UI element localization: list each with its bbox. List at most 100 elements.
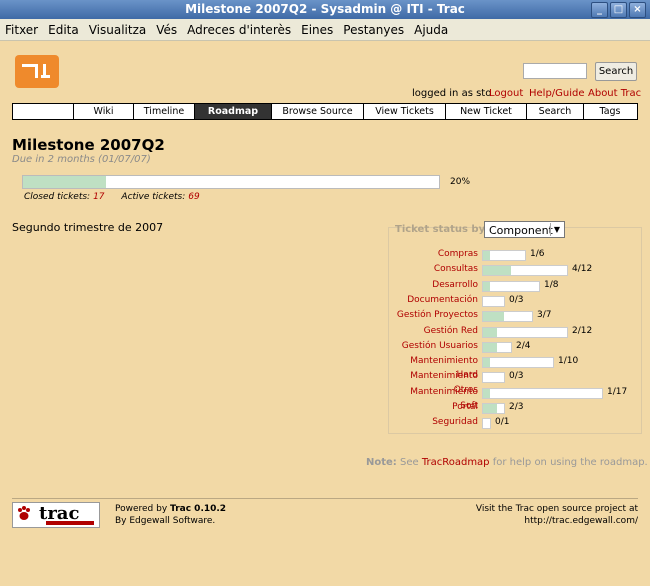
component-progress-bar[interactable] <box>482 403 505 414</box>
component-count: 0/1 <box>495 417 510 428</box>
component-progress-bar[interactable] <box>482 295 505 307</box>
closed-tickets-link[interactable]: 17 <box>93 192 104 202</box>
maximize-icon[interactable]: □ <box>610 2 627 18</box>
component-count: 0/3 <box>509 371 524 382</box>
component-link[interactable]: Documentación <box>390 293 478 307</box>
component-count: 1/10 <box>558 356 579 367</box>
component-link[interactable]: Seguridad <box>390 415 478 429</box>
milestone-description: Segundo trimestre de 2007 <box>12 221 164 234</box>
chevron-down-icon: ▼ <box>550 223 563 236</box>
component-count: 1/17 <box>607 386 628 397</box>
component-progress-bar[interactable] <box>482 280 540 292</box>
component-link[interactable]: Gestión Usuarios <box>390 339 478 353</box>
menu-item[interactable]: Pestanyes <box>338 23 409 37</box>
component-progress-bar[interactable] <box>482 265 568 277</box>
nav-new-ticket[interactable]: New Ticket <box>445 104 526 119</box>
menu-item[interactable]: Vés <box>151 23 182 37</box>
nav-timeline[interactable]: Timeline <box>133 104 194 119</box>
menu-item[interactable]: Adreces d'interès <box>182 23 296 37</box>
active-tickets-label: Active tickets: <box>121 192 186 202</box>
status-row: Gestión Red 2/12 <box>390 324 640 338</box>
component-progress-fill <box>483 281 490 291</box>
trac-url-link[interactable]: http://trac.edgewall.com/ <box>524 516 638 526</box>
component-link[interactable]: Desarrollo <box>390 278 478 292</box>
trac-version-link[interactable]: Trac 0.10.2 <box>170 504 226 514</box>
component-count: 2/4 <box>516 340 531 351</box>
status-row: Portal 2/3 <box>390 400 640 414</box>
menu-item[interactable]: Ajuda <box>409 23 453 37</box>
nav-roadmap[interactable]: Roadmap <box>194 104 271 119</box>
footer-divider <box>12 498 638 499</box>
trac-powered-badge[interactable]: trac <box>12 502 100 528</box>
status-row: Mantenimiento Hard 1/10 <box>390 354 640 380</box>
nav-browse-source[interactable]: Browse Source <box>271 104 363 119</box>
component-progress-fill <box>483 251 490 260</box>
component-progress-bar[interactable] <box>482 311 533 323</box>
component-count: 2/12 <box>572 325 593 336</box>
component-link[interactable]: Gestión Red <box>390 324 478 338</box>
search-input[interactable] <box>523 63 587 79</box>
nav-tags[interactable]: Tags <box>583 104 636 119</box>
menu-item[interactable]: Edita <box>43 23 84 37</box>
milestone-progress-bar[interactable] <box>22 175 440 189</box>
progress-percent: 20% <box>450 177 471 187</box>
component-progress-fill <box>483 312 504 322</box>
component-progress-bar[interactable] <box>482 418 491 430</box>
component-progress-bar[interactable] <box>482 357 554 369</box>
closed-tickets-label: Closed tickets: <box>24 192 91 202</box>
note-post: for help on using the roadmap. <box>492 457 648 468</box>
status-row: Compras 1/6 <box>390 247 640 261</box>
component-progress-fill <box>483 404 497 413</box>
status-row: Seguridad 0/1 <box>390 415 640 430</box>
nav-view-tickets[interactable]: View Tickets <box>363 104 445 119</box>
component-progress-fill <box>483 342 497 352</box>
about-trac-link[interactable]: About Trac <box>588 88 641 99</box>
visit-trac: Visit the Trac open source project at ht… <box>476 503 638 527</box>
component-link[interactable]: Consultas <box>390 262 478 276</box>
powered-by: Powered by Trac 0.10.2 By Edgewall Softw… <box>115 503 226 527</box>
nav-search[interactable]: Search <box>526 104 583 119</box>
powered-prefix: Powered by <box>115 504 168 514</box>
component-progress-bar[interactable] <box>482 387 603 399</box>
paw-icon <box>18 506 30 520</box>
note-prefix: Note: <box>366 457 397 468</box>
status-row: Gestión Usuarios 2/4 <box>390 339 640 353</box>
component-link[interactable]: Portal <box>390 400 478 414</box>
edgewall-credit: By Edgewall Software. <box>115 516 216 526</box>
component-progress-fill <box>483 327 497 337</box>
status-row: Consultas 4/12 <box>390 262 640 277</box>
component-count: 3/7 <box>537 310 552 321</box>
roadmap-note: Note: See TracRoadmap for help on using … <box>366 457 648 468</box>
component-progress-bar[interactable] <box>482 341 512 353</box>
badge-stripe <box>46 521 94 525</box>
menu-item[interactable]: Eines <box>296 23 338 37</box>
menu-item[interactable]: Fitxer <box>0 23 43 37</box>
close-icon[interactable]: × <box>629 2 646 18</box>
component-count: 2/3 <box>509 402 524 412</box>
component-progress-bar[interactable] <box>482 250 526 261</box>
component-progress-fill <box>483 388 490 398</box>
status-group-select[interactable]: Component ▼ <box>484 221 565 238</box>
search-button[interactable]: Search <box>595 62 637 81</box>
component-progress-fill <box>483 358 490 368</box>
trac-logo[interactable] <box>15 55 59 88</box>
window-titlebar: Milestone 2007Q2 - Sysadmin @ ITI - Trac… <box>0 0 650 19</box>
component-link[interactable]: Compras <box>390 247 478 261</box>
help-guide-link[interactable]: Help/Guide <box>529 88 585 99</box>
component-link[interactable]: Gestión Proyectos <box>390 308 478 322</box>
component-progress-bar[interactable] <box>482 372 505 384</box>
milestone-due: Due in 2 months (01/07/07) <box>12 154 151 165</box>
component-progress-bar[interactable] <box>482 326 568 338</box>
milestone-title: Milestone 2007Q2 <box>12 136 165 154</box>
minimize-icon[interactable]: _ <box>591 2 608 18</box>
status-row: Gestión Proyectos 3/7 <box>390 308 640 323</box>
status-by-label: Ticket status by <box>395 224 486 235</box>
status-row: Documentación 0/3 <box>390 293 640 307</box>
trac-roadmap-link[interactable]: TracRoadmap <box>422 457 490 468</box>
nav-wiki[interactable]: Wiki <box>73 104 133 119</box>
logout-link[interactable]: Logout <box>489 88 523 99</box>
active-tickets-link[interactable]: 69 <box>188 192 199 202</box>
select-value: Component <box>489 224 553 237</box>
menu-item[interactable]: Visualitza <box>84 23 152 37</box>
